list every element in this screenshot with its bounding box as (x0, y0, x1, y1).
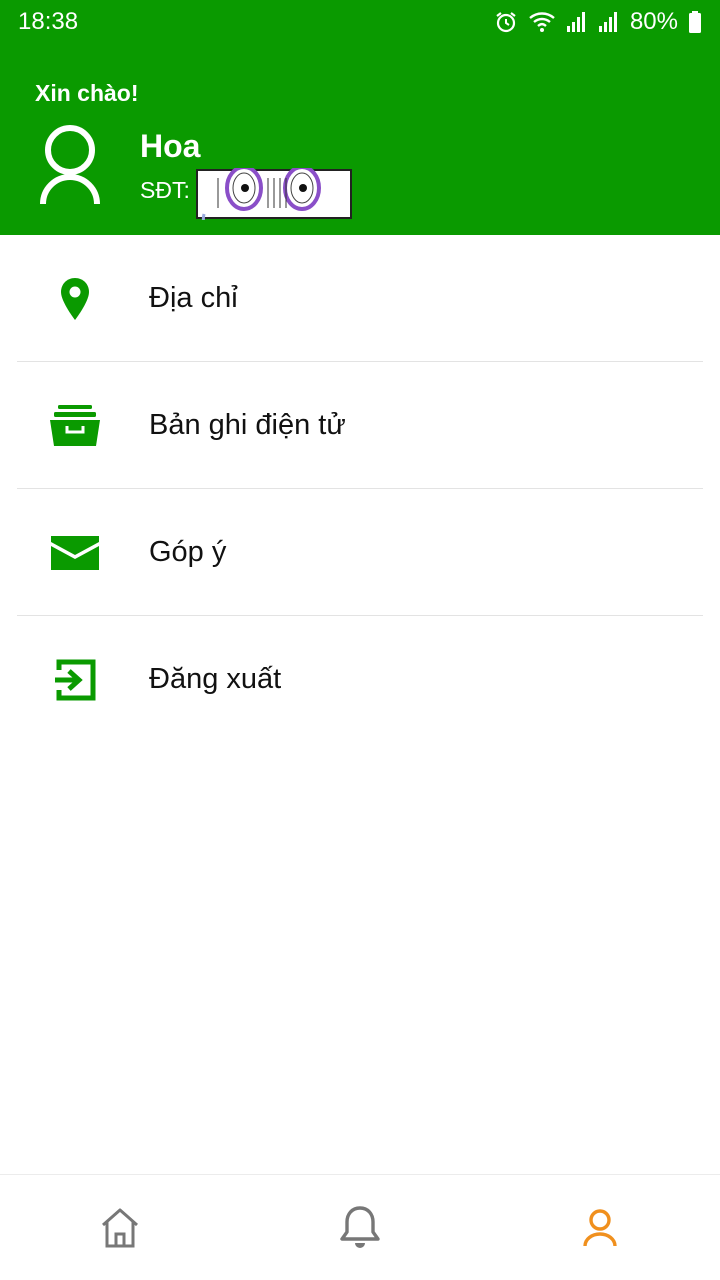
home-icon (102, 1208, 138, 1247)
profile-menu: Địa chỉ Bản ghi điện tử Góp ý Đăng xuất (0, 235, 720, 743)
envelope-icon (44, 522, 106, 584)
profile-header: 18:38 80% Xin chào! Hoa SĐT: (0, 0, 720, 235)
location-pin-icon (44, 268, 106, 330)
status-time: 18:38 (18, 8, 79, 35)
phone-row: SĐT: (140, 168, 352, 226)
menu-item-label: Bản ghi điện tử (149, 409, 346, 441)
menu-item-feedback[interactable]: Góp ý (0, 489, 720, 616)
battery-percentage: 80% (629, 8, 678, 35)
archive-box-icon (44, 395, 106, 457)
battery-icon (689, 11, 701, 33)
nav-notifications[interactable] (240, 1175, 480, 1280)
greeting-text: Xin chào! (35, 80, 139, 106)
menu-item-label: Địa chỉ (149, 282, 238, 314)
bottom-navigation (0, 1174, 720, 1280)
wifi-icon (529, 12, 555, 32)
user-icon (583, 1208, 617, 1246)
status-bar: 18:38 80% (0, 0, 720, 44)
menu-item-address[interactable]: Địa chỉ (0, 235, 720, 362)
menu-item-logout[interactable]: Đăng xuất (0, 616, 720, 743)
bell-icon (340, 1205, 380, 1248)
phone-label: SĐT: (140, 177, 190, 203)
menu-item-label: Đăng xuất (149, 663, 282, 695)
menu-item-label: Góp ý (149, 536, 227, 568)
nav-profile[interactable] (480, 1175, 720, 1280)
signal-icon (566, 12, 585, 32)
menu-item-e-records[interactable]: Bản ghi điện tử (0, 362, 720, 489)
alarm-icon (496, 12, 516, 33)
nav-home[interactable] (0, 1175, 240, 1280)
signal-icon-secondary (598, 12, 617, 32)
user-name: Hoa (140, 128, 201, 164)
status-icons: 80% (494, 8, 702, 36)
redaction-sticker (195, 168, 352, 220)
avatar-icon (40, 125, 100, 205)
logout-icon (44, 649, 106, 711)
